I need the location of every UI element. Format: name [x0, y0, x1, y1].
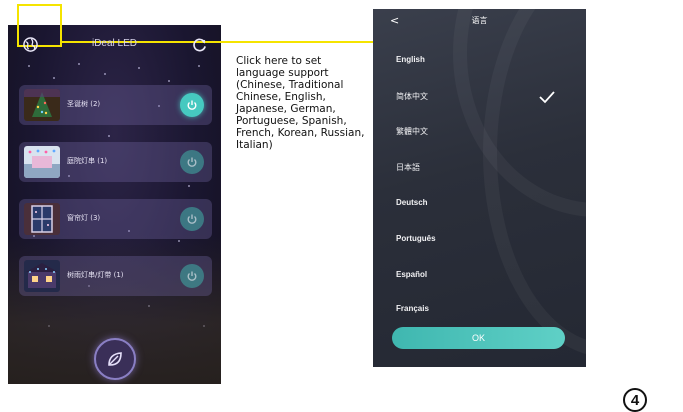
star-dot	[148, 305, 150, 307]
star-dot	[178, 240, 180, 242]
star-dot	[168, 80, 170, 82]
star-dot	[188, 185, 190, 187]
device-name: 圣诞树 (2)	[67, 100, 101, 108]
device-card-curtain-lights[interactable]: 窗帘灯 (3)	[19, 199, 212, 239]
star-dot	[28, 65, 30, 67]
star-dot	[203, 325, 205, 327]
star-dot	[138, 67, 140, 69]
language-option-portuguese[interactable]: Português	[396, 234, 436, 243]
language-settings-screen: < 语言 English 简体中文 繁體中文 日本語 Deutsch Portu…	[373, 9, 586, 367]
checkmark-icon	[539, 91, 555, 104]
christmas-tree-thumbnail	[24, 89, 60, 121]
device-card-christmas-tree[interactable]: 圣诞树 (2)	[19, 85, 212, 125]
ok-button[interactable]: OK	[392, 327, 565, 349]
language-option-english[interactable]: English	[396, 55, 425, 64]
star-dot	[53, 77, 55, 79]
star-dot	[78, 63, 80, 65]
star-dot	[104, 73, 106, 75]
icicle-lights-thumbnail	[24, 260, 60, 292]
star-dot	[108, 135, 110, 137]
device-card-icicle-strip[interactable]: 树雨灯串/灯带 (1)	[19, 256, 212, 296]
app-title: iDeal LED	[91, 38, 138, 49]
star-dot	[48, 325, 50, 327]
app-header: iDeal LED	[8, 35, 221, 55]
power-icon	[187, 271, 197, 281]
language-option-japanese[interactable]: 日本語	[396, 162, 420, 173]
refresh-icon[interactable]	[192, 37, 207, 52]
star-dot	[198, 65, 200, 67]
device-name: 树雨灯串/灯带 (1)	[67, 271, 124, 279]
power-toggle[interactable]	[180, 93, 204, 117]
power-icon	[187, 214, 197, 224]
device-card-yard-string[interactable]: 庭院灯串 (1)	[19, 142, 212, 182]
language-option-spanish[interactable]: Español	[396, 270, 427, 279]
language-callout-text: Click here to set language support (Chin…	[236, 55, 365, 151]
language-option-traditional-chinese[interactable]: 繁體中文	[396, 126, 428, 137]
device-name: 窗帘灯 (3)	[67, 214, 101, 222]
language-option-simplified-chinese[interactable]: 简体中文	[396, 91, 428, 102]
device-list-screen: iDeal LED 圣诞树 (2) 庭院灯串 (1) 窗帘灯 (3) 树雨灯串/…	[8, 25, 221, 384]
page-number: 4	[623, 388, 647, 412]
language-option-french[interactable]: Français	[396, 304, 429, 313]
screen-title: 语言	[471, 16, 488, 25]
power-icon	[187, 157, 197, 167]
power-toggle[interactable]	[180, 207, 204, 231]
leaf-icon	[108, 352, 122, 366]
language-option-german[interactable]: Deutsch	[396, 198, 428, 207]
power-toggle[interactable]	[180, 264, 204, 288]
yard-lights-thumbnail	[24, 146, 60, 178]
power-icon	[187, 100, 197, 110]
background-wave	[483, 9, 586, 357]
device-name: 庭院灯串 (1)	[67, 157, 108, 165]
curtain-lights-thumbnail	[24, 203, 60, 235]
power-toggle[interactable]	[180, 150, 204, 174]
add-device-button[interactable]	[94, 338, 136, 380]
